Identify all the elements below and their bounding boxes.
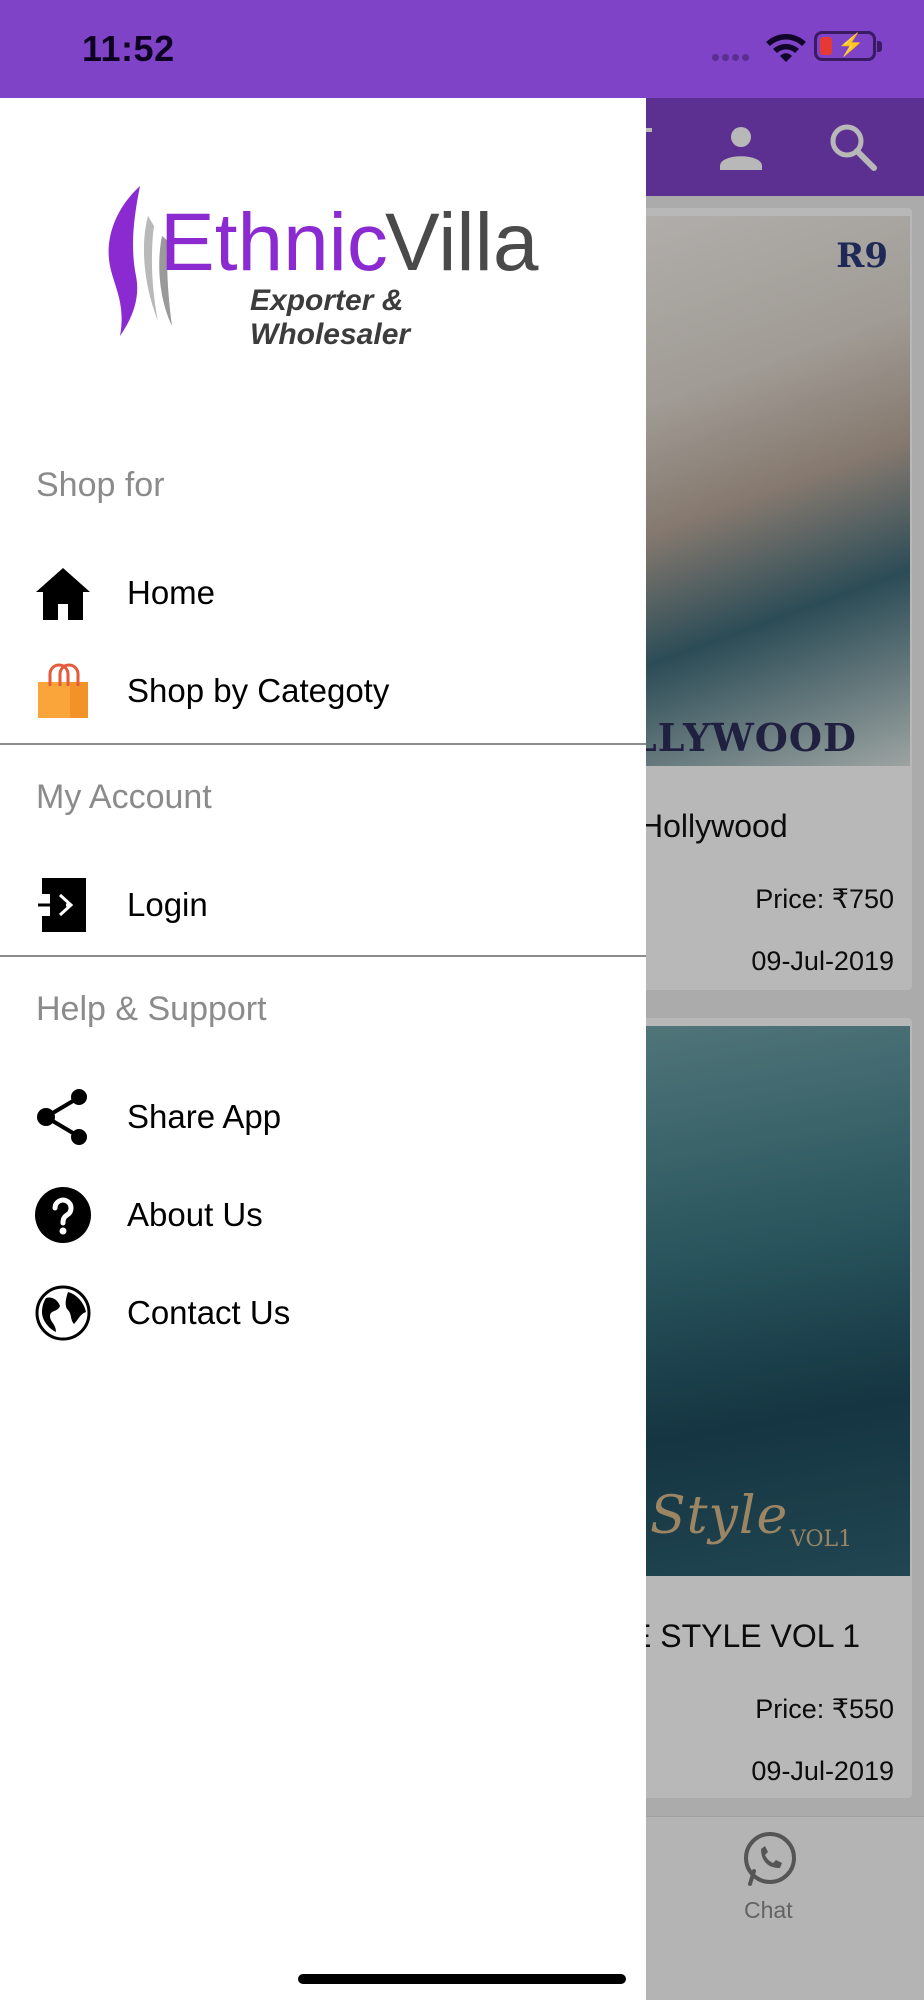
section-label-my-account: My Account	[36, 778, 212, 816]
section-label-shop-for: Shop for	[36, 466, 165, 504]
shopping-bag-icon	[38, 663, 88, 718]
section-divider	[0, 743, 646, 745]
menu-item-label: About Us	[127, 1196, 263, 1233]
menu-item-label: Contact Us	[127, 1294, 291, 1331]
menu-item-about-us[interactable]: About Us	[0, 1170, 646, 1260]
logo-word-villa: Villa	[385, 197, 539, 288]
globe-icon	[35, 1285, 91, 1341]
menu-item-label: Home	[127, 574, 216, 611]
menu-item-share-app[interactable]: Share App	[0, 1072, 646, 1162]
menu-item-home[interactable]: Home	[0, 548, 646, 638]
home-icon	[36, 568, 90, 620]
menu-item-label: Shop by Categoty	[127, 672, 390, 709]
home-indicator[interactable]	[298, 1974, 626, 1984]
help-circle-icon	[35, 1187, 91, 1243]
menu-item-contact-us[interactable]: Contact Us	[0, 1268, 646, 1358]
logo-word-ethnic: Ethnic	[160, 197, 388, 288]
navigation-drawer: Ethnic Villa Exporter & Wholesaler Shop …	[0, 98, 646, 2000]
battery-icon: ⚡	[814, 31, 882, 61]
status-time: 11:52	[82, 28, 175, 69]
login-icon	[36, 878, 86, 932]
menu-item-label: Login	[127, 886, 208, 923]
menu-item-label: Share App	[127, 1098, 282, 1135]
section-label-help-support: Help & Support	[36, 990, 267, 1028]
menu-item-login[interactable]: Login	[0, 860, 646, 950]
logo-tagline: Exporter & Wholesaler	[250, 284, 411, 351]
status-bar: 11:52 ⚡	[0, 0, 924, 98]
share-icon	[37, 1089, 87, 1145]
brand-logo: Ethnic Villa Exporter & Wholesaler	[100, 186, 550, 356]
menu-item-shop-by-category[interactable]: Shop by Categoty	[0, 646, 646, 736]
signal-icon	[712, 48, 758, 61]
section-divider	[0, 955, 646, 957]
wifi-icon	[766, 34, 806, 62]
